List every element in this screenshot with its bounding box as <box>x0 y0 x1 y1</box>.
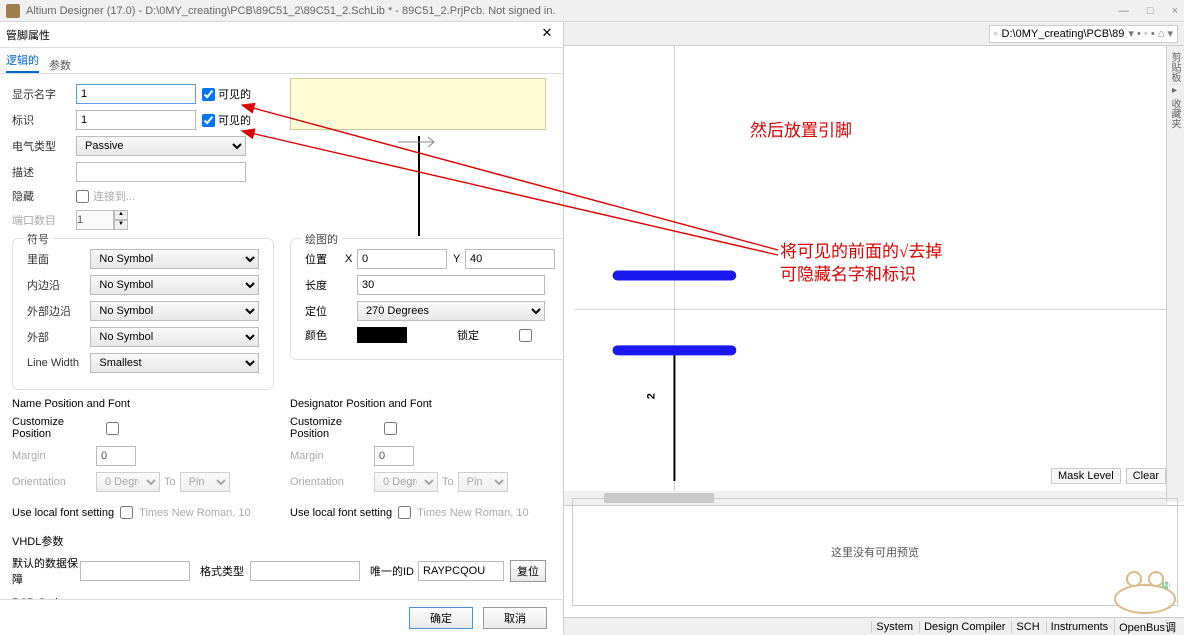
inside-edge-select[interactable]: No Symbol <box>90 275 259 295</box>
status-system[interactable]: System <box>871 621 917 633</box>
outside-select[interactable]: No Symbol <box>90 327 259 347</box>
name-font-checkbox[interactable] <box>120 506 133 519</box>
status-instruments[interactable]: Instruments <box>1046 621 1112 633</box>
dialog-title: 管脚属性 <box>6 27 50 43</box>
label-port-count: 端口数目 <box>12 212 76 228</box>
vhdl-title: VHDL参数 <box>12 536 63 548</box>
status-bar: System Design Compiler SCH Instruments O… <box>564 617 1184 635</box>
status-openbus[interactable]: OpenBus调 <box>1114 619 1180 635</box>
library-preview-panel: 这里没有可用预览 <box>572 498 1178 606</box>
name-customize-checkbox[interactable] <box>106 422 119 435</box>
reset-button[interactable]: 复位 <box>510 560 546 582</box>
app-logo-icon <box>6 4 20 18</box>
orientation-select[interactable]: 270 Degrees <box>357 301 545 321</box>
symbols-group-title: 符号 <box>23 231 53 247</box>
electrical-type-select[interactable]: Passive <box>76 136 246 156</box>
assistant-bunny-icon[interactable]: 中 <box>1108 569 1182 615</box>
ok-button[interactable]: 确定 <box>409 607 473 629</box>
length-input[interactable] <box>357 275 545 295</box>
hide-checkbox[interactable] <box>76 190 89 203</box>
desig-orient-select: 0 Degrees <box>374 472 438 492</box>
label-hide: 隐藏 <box>12 188 76 204</box>
label-electrical-type: 电气类型 <box>12 138 76 154</box>
svg-text:中: 中 <box>1163 578 1174 591</box>
clear-button[interactable]: Clear <box>1126 468 1166 484</box>
tab-parameters[interactable]: 参数 <box>49 57 71 73</box>
minimize-button[interactable]: — <box>1118 5 1129 17</box>
format-type-input[interactable] <box>250 561 360 581</box>
pin-2-label: 2 <box>645 393 657 399</box>
description-input[interactable] <box>76 162 246 182</box>
port-count-stepper[interactable]: ▲▼ <box>76 210 128 230</box>
graphical-group-title: 绘图的 <box>301 231 342 247</box>
cancel-button[interactable]: 取消 <box>483 607 547 629</box>
default-data-input[interactable] <box>80 561 190 581</box>
pos-x-input[interactable] <box>357 249 447 269</box>
name-orient-select: 0 Degrees <box>96 472 160 492</box>
maximize-button[interactable]: □ <box>1147 5 1154 17</box>
dialog-close-button[interactable]: ✕ <box>539 26 555 42</box>
schematic-canvas[interactable]: 2 <box>564 46 1184 506</box>
tab-logic[interactable]: 逻辑的 <box>6 52 39 73</box>
desig-font-checkbox[interactable] <box>398 506 411 519</box>
display-name-input[interactable] <box>76 84 196 104</box>
desig-customize-checkbox[interactable] <box>384 422 397 435</box>
right-rail[interactable]: 剪贴板 ▸ 收藏夹 <box>1166 46 1184 502</box>
designator-visible-checkbox[interactable] <box>202 114 215 127</box>
designator-input[interactable] <box>76 110 196 130</box>
pin-preview <box>290 78 548 238</box>
status-sch[interactable]: SCH <box>1011 621 1043 633</box>
unique-id-input[interactable] <box>418 561 504 581</box>
desig-to-select: Pin <box>458 472 508 492</box>
name-pos-title: Name Position and Font <box>12 398 130 410</box>
color-swatch[interactable] <box>357 327 407 343</box>
pos-y-input[interactable] <box>465 249 555 269</box>
connect-to-label: 连接到... <box>93 188 135 204</box>
window-titlebar: Altium Designer (17.0) - D:\0MY_creating… <box>0 0 1184 22</box>
path-breadcrumb[interactable]: ◦ D:\0MY_creating\PCB\89 ▾ • ◦ • ⌂ ▾ <box>989 25 1178 43</box>
mask-level-button[interactable]: Mask Level <box>1051 468 1121 484</box>
name-to-select: Pin <box>180 472 230 492</box>
desig-pos-title: Designator Position and Font <box>290 398 432 410</box>
close-window-button[interactable]: × <box>1172 5 1178 17</box>
status-design-compiler[interactable]: Design Compiler <box>919 621 1009 633</box>
outside-edge-select[interactable]: No Symbol <box>90 301 259 321</box>
display-name-visible-checkbox[interactable] <box>202 88 215 101</box>
line-width-select[interactable]: Smallest <box>90 353 259 373</box>
label-description: 描述 <box>12 164 76 180</box>
desig-margin-input <box>374 446 414 466</box>
name-margin-input <box>96 446 136 466</box>
inside-select[interactable]: No Symbol <box>90 249 259 269</box>
window-title: Altium Designer (17.0) - D:\0MY_creating… <box>26 5 556 17</box>
locked-checkbox[interactable] <box>519 329 532 342</box>
label-display-name: 显示名字 <box>12 86 76 102</box>
pin-properties-dialog: 管脚属性 ✕ 逻辑的 参数 显示名字 可见的 标识 可见的 <box>0 22 564 635</box>
label-designator: 标识 <box>12 112 76 128</box>
